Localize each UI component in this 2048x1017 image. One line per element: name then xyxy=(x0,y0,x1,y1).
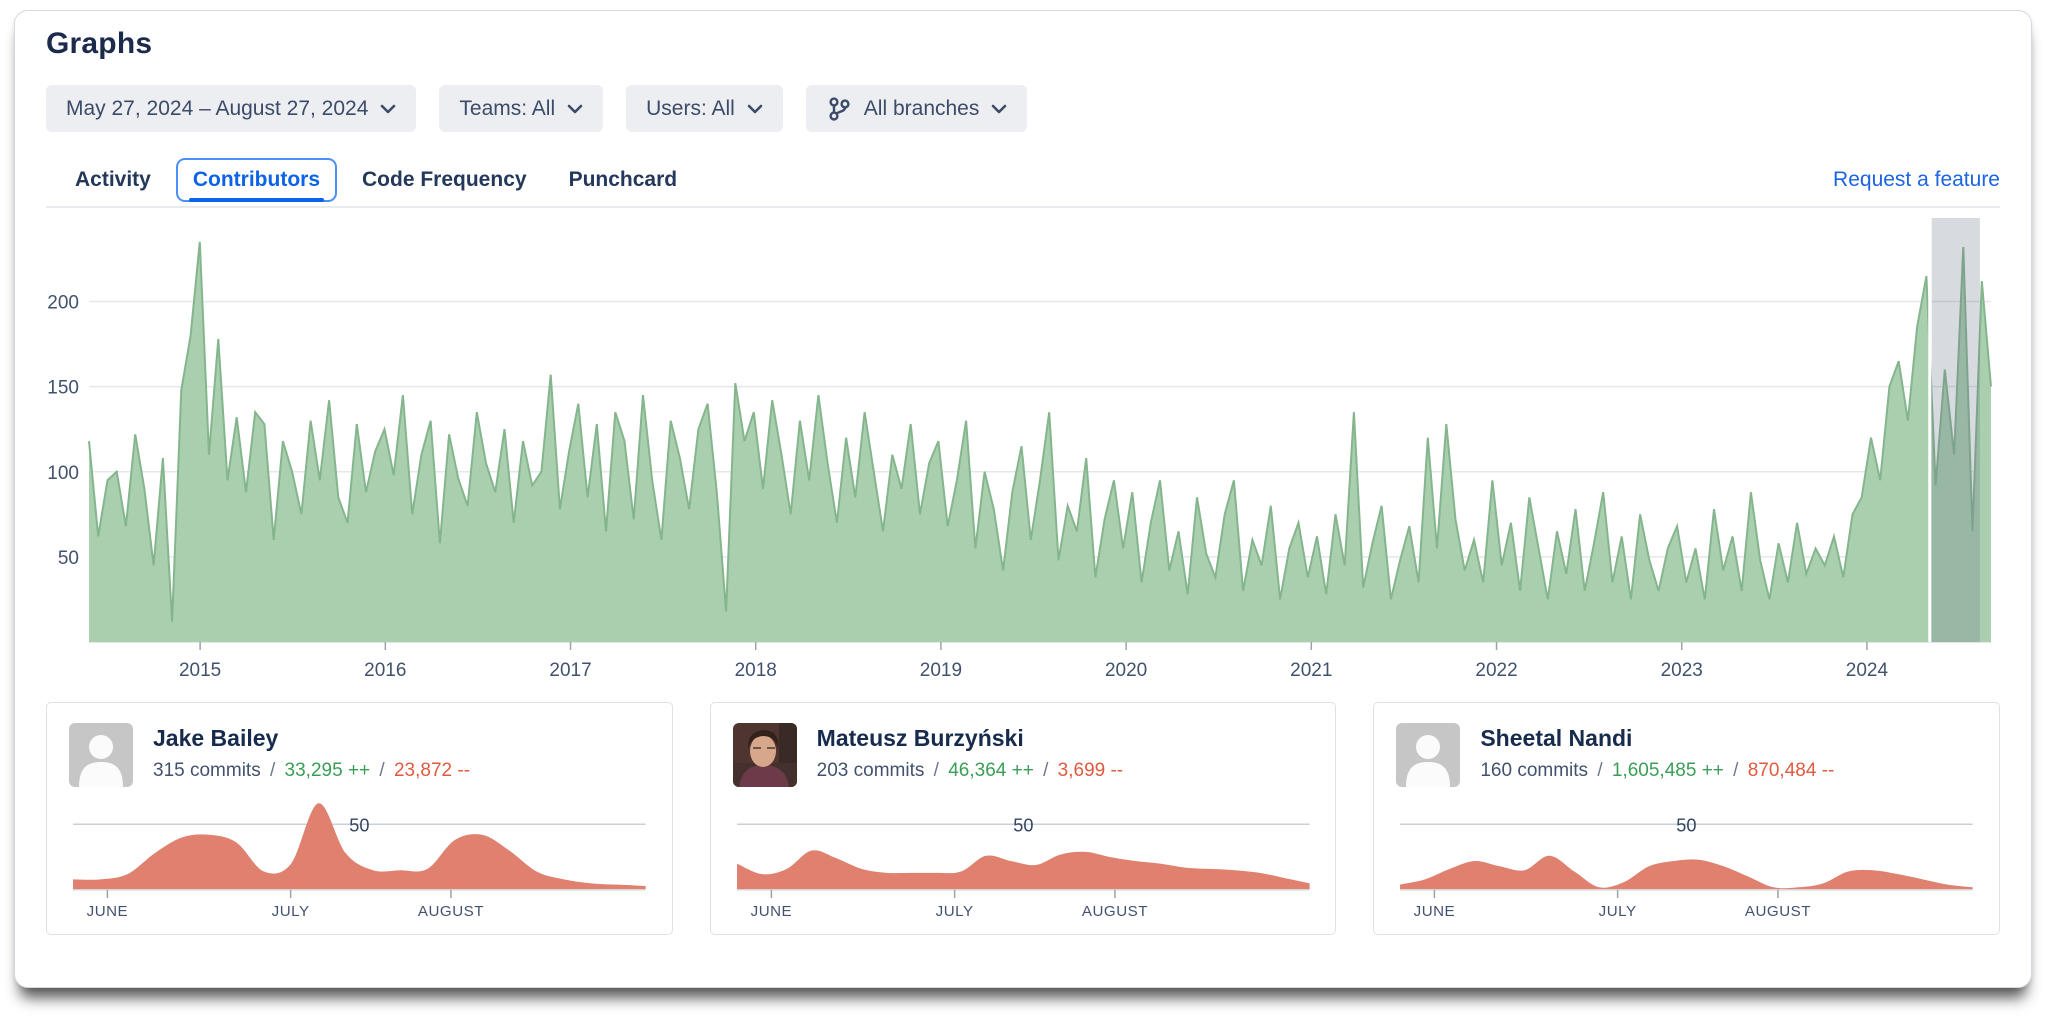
avatar-placeholder xyxy=(1396,723,1461,787)
branches-filter-label: All branches xyxy=(863,96,980,120)
commit-count: 203 commits xyxy=(816,760,925,781)
x-axis-label: AUGUST xyxy=(418,903,484,920)
stats-separator: / xyxy=(1597,760,1603,781)
teams-filter[interactable]: Teams: All xyxy=(439,85,604,132)
deletions-count: 23,872 -- xyxy=(393,760,471,781)
filter-bar: May 27, 2024 – August 27, 2024 Teams: Al… xyxy=(46,85,2000,132)
stats-separator: / xyxy=(1043,760,1049,781)
contributor-name: Sheetal Nandi xyxy=(1480,725,1633,751)
request-feature-link[interactable]: Request a feature xyxy=(1833,168,2000,192)
contributor-info: Mateusz Burzyński 203 commits / 46,364 +… xyxy=(817,723,1123,782)
contributor-mini-chart: 50 JUNE JULY AUGUST xyxy=(1400,815,1973,920)
date-range-filter[interactable]: May 27, 2024 – August 27, 2024 xyxy=(46,85,417,132)
card-header: Sheetal Nandi 160 commits / 1,605,485 ++… xyxy=(1396,723,1977,787)
contributor-stats: 160 commits / 1,605,485 ++ / 870,484 -- xyxy=(1480,760,1834,782)
contributor-name: Jake Bailey xyxy=(153,725,279,751)
additions-count: 46,364 ++ xyxy=(948,760,1034,781)
users-filter-label: Users: All xyxy=(646,96,735,120)
date-range-label: May 27, 2024 – August 27, 2024 xyxy=(66,96,369,120)
tab-activity[interactable]: Activity xyxy=(58,158,168,202)
x-axis-label: 2018 xyxy=(735,660,777,681)
git-branch-icon xyxy=(829,96,850,121)
deletions-count: 870,484 -- xyxy=(1747,760,1835,781)
mini-area-fill xyxy=(1400,855,1973,890)
card-header: Mateusz Burzyński 203 commits / 46,364 +… xyxy=(732,723,1314,787)
gridline-label: 50 xyxy=(349,815,369,835)
page-title: Graphs xyxy=(46,27,153,60)
branches-filter[interactable]: All branches xyxy=(805,85,1028,132)
commit-count: 160 commits xyxy=(1480,760,1589,781)
avatar-photo xyxy=(732,723,797,787)
contributor-mini-chart: 50 JUNE JULY AUGUST xyxy=(736,815,1310,920)
x-axis-label: JULY xyxy=(272,903,310,920)
stats-separator: / xyxy=(269,760,276,781)
y-axis-label: 100 xyxy=(47,463,79,484)
x-axis-label: JULY xyxy=(935,903,973,920)
x-axis-label: 2021 xyxy=(1290,660,1332,681)
x-axis-label: 2020 xyxy=(1105,660,1147,681)
tab-code-frequency[interactable]: Code Frequency xyxy=(345,158,544,202)
contributor-info: Jake Bailey 315 commits / 33,295 ++ / 23… xyxy=(153,723,470,782)
graphs-panel: Graphs May 27, 2024 – August 27, 2024 Te… xyxy=(14,10,2032,988)
commit-count: 315 commits xyxy=(153,760,261,781)
tab-punchcard[interactable]: Punchcard xyxy=(552,158,695,202)
contributor-stats: 315 commits / 33,295 ++ / 23,872 -- xyxy=(153,760,470,782)
y-axis-label: 200 xyxy=(47,293,79,314)
x-axis-label: JUNE xyxy=(1414,903,1456,920)
stats-separator: / xyxy=(379,760,385,781)
chevron-down-icon xyxy=(747,104,763,113)
gridline-label: 50 xyxy=(1013,815,1033,835)
x-axis-label: 2016 xyxy=(364,660,406,681)
y-axis-label: 50 xyxy=(58,548,79,569)
mini-area-fill xyxy=(736,850,1310,890)
x-axis-label: 2023 xyxy=(1661,660,1703,681)
contributor-card: Sheetal Nandi 160 commits / 1,605,485 ++… xyxy=(1373,702,2001,936)
contributor-card: Jake Bailey 315 commits / 33,295 ++ / 23… xyxy=(46,702,673,936)
contributor-cards: Jake Bailey 315 commits / 33,295 ++ / 23… xyxy=(46,702,2001,936)
contributions-chart-svg[interactable]: 50 100 150 200 2015 2016 2017 2018 2019 2020 2021 2… xyxy=(46,216,1996,686)
card-header: Jake Bailey 315 commits / 33,295 ++ / 23… xyxy=(69,723,650,787)
x-axis-label: JUNE xyxy=(750,903,792,920)
additions-count: 33,295 ++ xyxy=(284,760,371,781)
contributor-mini-chart: 50 JUNE JULY AUGUST xyxy=(73,803,646,920)
x-axis-label: AUGUST xyxy=(1745,903,1811,920)
contributor-card: Mateusz Burzyński 203 commits / 46,364 +… xyxy=(709,702,1337,936)
avatar-placeholder xyxy=(69,723,133,787)
users-filter[interactable]: Users: All xyxy=(626,85,783,132)
x-axis-label: JULY xyxy=(1599,903,1637,920)
deletions-count: 3,699 -- xyxy=(1057,760,1124,781)
x-axis-label: AUGUST xyxy=(1082,903,1148,920)
x-axis-label: 2019 xyxy=(920,660,962,681)
contributor-stats: 203 commits / 46,364 ++ / 3,699 -- xyxy=(817,760,1123,782)
chevron-down-icon xyxy=(381,104,396,113)
x-axis-label: JUNE xyxy=(87,903,129,920)
contributor-info: Sheetal Nandi 160 commits / 1,605,485 ++… xyxy=(1480,723,1834,782)
x-axis-label: 2022 xyxy=(1475,660,1517,681)
stats-separator: / xyxy=(933,760,939,781)
selection-brush[interactable] xyxy=(1931,218,1980,642)
chevron-down-icon xyxy=(567,104,583,113)
gridline-label: 50 xyxy=(1677,815,1697,835)
stats-separator: / xyxy=(1733,760,1739,781)
tab-contributors[interactable]: Contributors xyxy=(175,158,338,202)
x-axis-label: 2024 xyxy=(1846,660,1889,681)
teams-filter-label: Teams: All xyxy=(459,96,556,120)
graph-tabs: Activity Contributors Code Frequency Pun… xyxy=(46,158,2000,208)
contributor-name: Mateusz Burzyński xyxy=(816,725,1024,751)
x-axis-label: 2017 xyxy=(549,660,591,681)
additions-count: 1,605,485 ++ xyxy=(1611,760,1724,781)
x-axis-label: 2015 xyxy=(179,660,221,681)
contributions-chart[interactable]: 50 100 150 200 2015 2016 2017 2018 2019 2020 2021 2… xyxy=(46,216,2000,686)
chevron-down-icon xyxy=(992,104,1007,113)
y-axis-label: 150 xyxy=(47,378,79,399)
